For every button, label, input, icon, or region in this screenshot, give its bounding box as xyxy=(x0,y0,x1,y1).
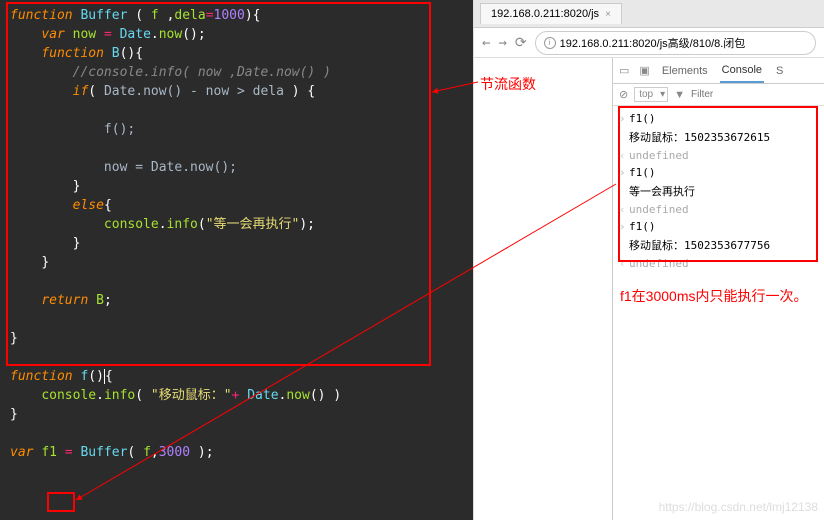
address-bar: ← → ⟳ i 192.168.0.211:8020/js高级/810/8.闭包 xyxy=(474,28,824,58)
clear-icon[interactable]: ⊘ xyxy=(619,88,628,101)
kw-function: function xyxy=(10,8,73,23)
code-editor: function Buffer ( f ,dela=1000){ var now… xyxy=(0,0,473,520)
url-input[interactable]: i 192.168.0.211:8020/js高级/810/8.闭包 xyxy=(535,31,816,55)
devtools-tabs: ▭ ▣ Elements Console S xyxy=(613,58,824,84)
url-text: 192.168.0.211:8020/js高级/810/8.闭包 xyxy=(560,35,746,51)
console-line: 移动鼠标：1502353672615 xyxy=(615,127,822,147)
inspect-icon[interactable]: ▭ xyxy=(619,64,629,77)
forward-icon[interactable]: → xyxy=(498,35,506,51)
filter-input[interactable] xyxy=(691,89,731,100)
watermark: https://blog.csdn.net/lmj12138 xyxy=(659,500,818,514)
tab-console[interactable]: Console xyxy=(720,59,764,83)
console-toolbar: ⊘ top ▼ xyxy=(613,84,824,106)
console-line: 等一会再执行 xyxy=(615,181,822,201)
console-line: undefined xyxy=(615,255,822,272)
browser-tab[interactable]: 192.168.0.211:8020/js × xyxy=(480,3,622,24)
tab-elements[interactable]: Elements xyxy=(660,60,710,82)
console-line: f1() xyxy=(615,164,822,181)
console-output: f1()移动鼠标：1502353672615undefinedf1()等一会再执… xyxy=(613,106,824,276)
filter-icon[interactable]: ▼ xyxy=(674,89,685,101)
console-line: 移动鼠标：1502353677756 xyxy=(615,235,822,255)
back-icon[interactable]: ← xyxy=(482,35,490,51)
fn-buffer: Buffer xyxy=(80,8,127,23)
reload-icon[interactable]: ⟳ xyxy=(515,35,527,51)
console-line: undefined xyxy=(615,147,822,164)
tab-title: 192.168.0.211:8020/js xyxy=(491,8,599,20)
annotation-f1: f1在3000ms内只能执行一次。 xyxy=(620,286,820,306)
site-info-icon[interactable]: i xyxy=(544,37,556,49)
tab-sources[interactable]: S xyxy=(774,60,785,82)
close-icon[interactable]: × xyxy=(605,9,611,20)
annotation-throttle: 节流函数 xyxy=(480,74,536,94)
console-line: undefined xyxy=(615,201,822,218)
code-block: function Buffer ( f ,dela=1000){ var now… xyxy=(0,0,473,468)
console-line: f1() xyxy=(615,218,822,235)
browser-tabbar: 192.168.0.211:8020/js × xyxy=(474,0,824,28)
device-icon[interactable]: ▣ xyxy=(639,64,649,77)
context-selector[interactable]: top xyxy=(634,87,668,102)
console-line: f1() xyxy=(615,110,822,127)
